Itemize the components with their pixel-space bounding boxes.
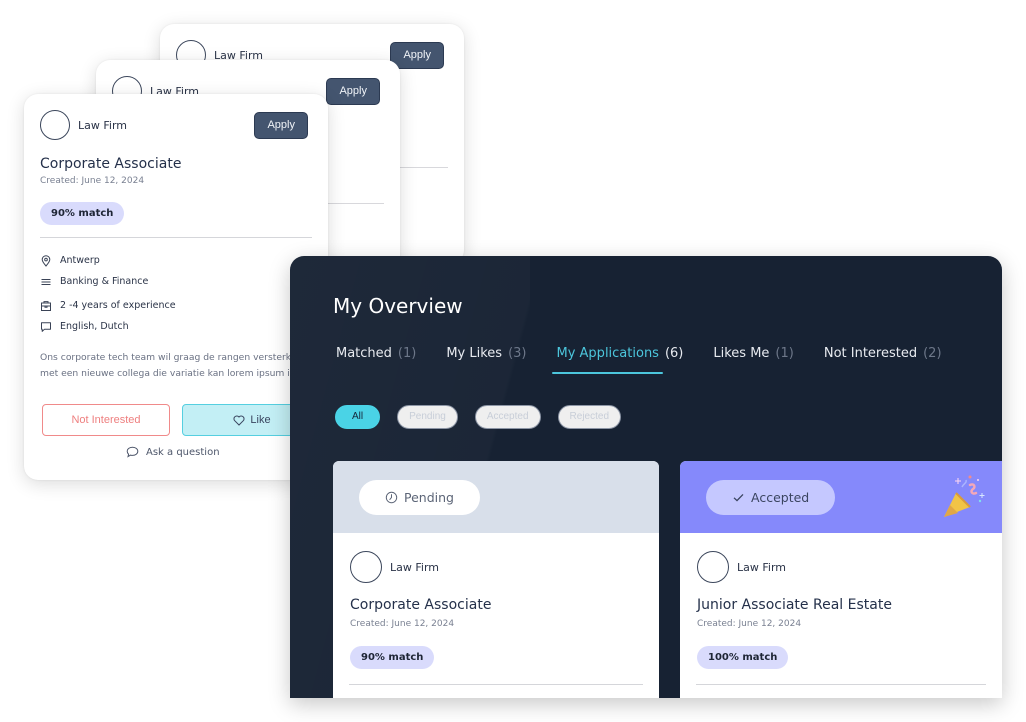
detail-experience: 2 -4 years of experience xyxy=(40,295,176,316)
filter-all[interactable]: All xyxy=(335,405,381,429)
card-header: Law Firm xyxy=(697,551,786,583)
application-card[interactable]: Pending Law Firm Corporate Associate Cre… xyxy=(333,461,659,698)
match-badge: 100% match xyxy=(697,646,789,669)
application-card[interactable]: Accepted Law Firm Junior Associate Real … xyxy=(680,461,1002,698)
status-filters: All Pending Accepted Rejected xyxy=(335,405,638,429)
status-label: Accepted xyxy=(751,490,810,505)
filter-rejected[interactable]: Rejected xyxy=(557,405,621,429)
apply-button[interactable]: Apply xyxy=(326,77,380,105)
detail-languages: English, Dutch xyxy=(40,316,176,337)
job-title: Junior Associate Real Estate xyxy=(697,597,892,613)
my-overview-panel: My Overview Matched (1) My Likes (3) My Ap… xyxy=(290,256,1002,698)
clock-icon xyxy=(385,491,398,504)
location-pin-icon xyxy=(40,254,52,267)
ask-question-link[interactable]: Ask a question xyxy=(126,446,220,458)
firm-avatar xyxy=(350,551,382,583)
tab-label: Likes Me xyxy=(713,346,770,361)
detail-location: Antwerp xyxy=(40,250,176,271)
tab-label: My Likes xyxy=(446,346,503,361)
detail-text: Antwerp xyxy=(60,255,100,266)
tab-label: Not Interested xyxy=(823,346,918,361)
tab-count: (1) xyxy=(775,346,794,361)
match-badge: 90% match xyxy=(350,646,435,669)
firm-avatar xyxy=(40,110,70,140)
menu-lines-icon xyxy=(40,276,52,288)
like-label: Like xyxy=(250,414,271,426)
tab-matched[interactable]: Matched (1) xyxy=(336,346,416,372)
status-label: Pending xyxy=(404,490,454,505)
ask-question-label: Ask a question xyxy=(146,446,220,458)
description-line: Ons corporate tech team wil graag de ran… xyxy=(40,352,303,363)
page-title: My Overview xyxy=(333,294,463,318)
divider xyxy=(328,203,384,204)
status-band: Pending xyxy=(333,461,659,533)
card-header: Law Firm Apply xyxy=(40,110,308,140)
not-interested-button[interactable]: Not Interested xyxy=(42,404,170,436)
tab-count: (6) xyxy=(664,346,684,361)
detail-text: 2 -4 years of experience xyxy=(60,300,176,311)
divider xyxy=(696,684,986,685)
job-description: Ons corporate tech team wil graag de ran… xyxy=(40,350,328,382)
tab-likes-me[interactable]: Likes Me (1) xyxy=(713,346,793,372)
job-title: Corporate Associate xyxy=(40,156,182,172)
card-header: Law Firm xyxy=(350,551,439,583)
check-icon xyxy=(733,493,744,502)
description-line: met een nieuwe collega die variatie kan … xyxy=(40,368,290,379)
filter-pending[interactable]: Pending xyxy=(397,405,458,429)
tab-my-likes[interactable]: My Likes (3) xyxy=(446,346,526,372)
tab-my-applications[interactable]: My Applications (6) xyxy=(551,346,684,374)
divider xyxy=(40,237,312,238)
status-badge: Accepted xyxy=(706,480,836,515)
detail-text: English, Dutch xyxy=(60,321,129,332)
tab-count: (2) xyxy=(923,346,942,361)
created-date: Created: June 12, 2024 xyxy=(350,619,455,629)
party-popper-icon xyxy=(944,475,985,517)
overview-tabs: Matched (1) My Likes (3) My Applications (6… xyxy=(336,346,972,374)
status-badge: Pending xyxy=(359,480,480,515)
job-title: Corporate Associate xyxy=(350,597,492,613)
firm-name: Law Firm xyxy=(737,560,786,574)
firm-avatar xyxy=(697,551,729,583)
job-details: Antwerp Banking & Finance 2 -4 years of … xyxy=(40,250,176,337)
heart-icon xyxy=(233,414,245,426)
apply-button[interactable]: Apply xyxy=(390,41,444,69)
created-date: Created: June 12, 2024 xyxy=(697,619,802,629)
tab-count: (3) xyxy=(508,346,527,361)
chat-bubble-icon xyxy=(40,321,52,333)
detail-text: Banking & Finance xyxy=(60,276,149,287)
speech-bubble-icon xyxy=(126,446,139,458)
briefcase-icon xyxy=(40,300,52,312)
tab-not-interested[interactable]: Not Interested (2) xyxy=(824,346,942,372)
divider xyxy=(349,684,643,685)
apply-button[interactable]: Apply xyxy=(254,111,308,139)
firm-name: Law Firm xyxy=(78,118,127,132)
created-date: Created: June 12, 2024 xyxy=(40,176,145,186)
firm-name: Law Firm xyxy=(390,560,439,574)
tab-label: Matched xyxy=(336,346,392,361)
status-band: Accepted xyxy=(680,461,1002,533)
detail-practice-area: Banking & Finance xyxy=(40,271,176,292)
tab-label: My Applications xyxy=(556,346,659,361)
job-card-front[interactable]: Law Firm Apply Corporate Associate Creat… xyxy=(24,94,328,480)
match-badge: 90% match xyxy=(40,202,125,225)
filter-accepted[interactable]: Accepted xyxy=(474,405,541,429)
tab-count: (1) xyxy=(397,346,417,361)
